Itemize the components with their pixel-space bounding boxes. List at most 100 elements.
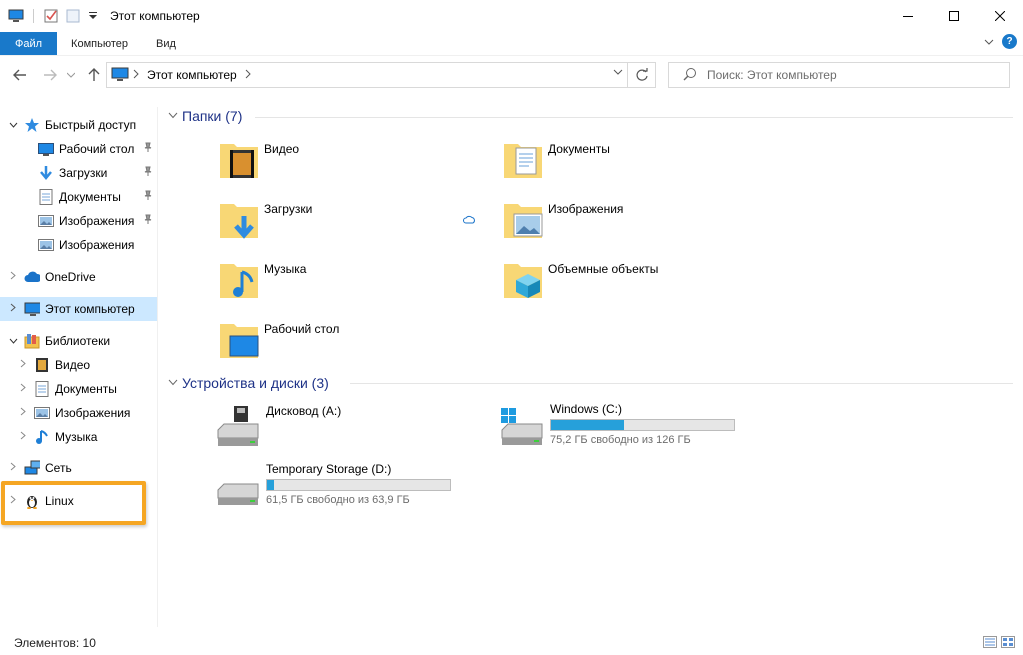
folder-label: Изображения [548,202,624,216]
chevron-right-icon[interactable] [16,359,30,371]
close-button[interactable] [977,0,1023,32]
search-input[interactable]: Поиск: Этот компьютер [668,62,1010,88]
pictures-folder-icon [504,204,543,238]
pin-icon[interactable] [143,214,153,227]
pin-icon[interactable] [143,190,153,203]
breadcrumb-separator-icon[interactable] [133,68,139,82]
folder-tile-pictures[interactable]: Изображения [502,198,623,246]
folder-tile-video[interactable]: Видео [218,138,299,186]
help-icon[interactable]: ? [1002,34,1017,49]
drive-free-space: 75,2 ГБ свободно из 126 ГБ [550,434,691,446]
navigation-pane: Быстрый доступ Рабочий стол Загрузки Док… [0,107,158,627]
chevron-right-icon[interactable] [6,462,20,474]
chevron-down-icon[interactable] [168,110,182,122]
pictures-icon [38,237,54,253]
tab-file[interactable]: Файл [0,32,58,55]
folder-tile-downloads[interactable]: Загрузки [218,198,312,246]
annotation-highlight-box [1,481,146,525]
sidebar-item-this-pc[interactable]: Этот компьютер [0,297,157,321]
breadcrumb-this-pc[interactable]: Этот компьютер [147,68,237,82]
sidebar-item-quick-access[interactable]: Быстрый доступ [0,113,157,137]
details-view-icon[interactable] [983,636,997,651]
pictures-icon [34,405,50,421]
folder-tile-music[interactable]: Музыка [218,258,306,306]
chevron-right-icon[interactable] [16,383,30,395]
computer-icon[interactable] [8,8,24,24]
tab-computer[interactable]: Компьютер [57,32,142,55]
sidebar-item-pictures-2[interactable]: Изображения [0,233,157,257]
back-button[interactable] [10,65,30,85]
chevron-down-icon[interactable] [6,336,20,347]
chevron-right-icon[interactable] [16,431,30,443]
sidebar-item-label: Документы [55,382,117,396]
maximize-button[interactable] [931,0,977,32]
minimize-button[interactable] [885,0,931,32]
documents-folder-icon [504,144,542,178]
folders-group-header[interactable]: Папки (7) [168,108,242,124]
drives-group-title: Устройства и диски (3) [182,375,329,391]
drive-tile-floppy[interactable]: Дисковод (A:) [214,404,341,450]
ribbon-tabs: Файл Компьютер Вид ? [0,32,1023,55]
expand-ribbon-icon[interactable] [984,35,994,49]
sidebar-item-onedrive[interactable]: OneDrive [0,265,157,289]
chevron-right-icon[interactable] [6,303,20,315]
folder-label: Видео [264,142,300,156]
large-icons-view-icon[interactable] [1001,636,1015,651]
sidebar-item-library-documents[interactable]: Документы [0,377,157,401]
sidebar-item-library-pictures[interactable]: Изображения [0,401,157,425]
sidebar-item-library-music[interactable]: Музыка [0,425,157,449]
breadcrumb-separator-icon[interactable] [245,68,251,82]
sidebar-item-network[interactable]: Сеть [0,456,157,480]
sidebar-item-pictures[interactable]: Изображения [0,209,157,233]
drive-tile-windows-c[interactable]: Windows (C:) 75,2 ГБ свободно из 126 ГБ [498,402,735,448]
folder-label: Загрузки [264,202,313,216]
drives-group-header[interactable]: Устройства и диски (3) [168,375,329,391]
refresh-button[interactable] [627,63,655,87]
toolbar-separator [33,9,34,23]
up-button[interactable] [84,65,104,85]
chevron-right-icon[interactable] [6,271,20,283]
recent-locations-button[interactable] [64,65,78,85]
sidebar-item-downloads[interactable]: Загрузки [0,161,157,185]
sidebar-item-label: Этот компьютер [45,302,135,316]
new-folder-icon[interactable] [65,8,81,24]
search-placeholder: Поиск: Этот компьютер [707,68,837,82]
navigation-row: Этот компьютер Поиск: Этот компьютер [0,55,1023,95]
library-icon [24,333,40,349]
sidebar-item-label: Быстрый доступ [45,118,137,132]
sidebar-item-libraries[interactable]: Библиотеки [0,329,157,353]
music-folder-icon [220,264,258,298]
properties-icon[interactable] [43,8,59,24]
window-controls [885,0,1023,32]
sidebar-item-desktop[interactable]: Рабочий стол [0,137,157,161]
tab-view[interactable]: Вид [142,32,190,55]
sidebar-item-label: Документы [59,190,121,204]
chevron-down-icon[interactable] [168,377,182,389]
drive-usage-bar [266,479,451,491]
address-dropdown-icon[interactable] [613,68,623,79]
drive-tile-temporary-d[interactable]: Temporary Storage (D:) 61,5 ГБ свободно … [214,462,451,508]
forward-button[interactable] [40,65,60,85]
customize-toolbar-icon[interactable] [87,8,103,24]
folder-tile-3d-objects[interactable]: Объемные объекты [502,258,658,306]
drive-usage-bar [550,419,735,431]
status-bar: Элементов: 10 [0,630,1023,655]
chevron-right-icon[interactable] [16,407,30,419]
download-icon [38,165,54,181]
drive-label: Temporary Storage (D:) [266,462,392,476]
desktop-folder-icon [220,324,259,358]
computer-icon [24,301,40,317]
pin-icon[interactable] [143,166,153,179]
folder-tile-desktop[interactable]: Рабочий стол [218,318,339,366]
address-bar[interactable]: Этот компьютер [106,62,656,88]
pin-icon[interactable] [143,142,153,155]
pictures-icon [38,213,54,229]
sidebar-item-label: Изображения [59,214,135,228]
downloads-folder-icon [220,204,258,239]
sidebar-item-library-video[interactable]: Видео [0,353,157,377]
folder-label: Рабочий стол [264,322,340,336]
windows-drive-icon [501,408,543,445]
sidebar-item-documents[interactable]: Документы [0,185,157,209]
chevron-down-icon[interactable] [6,120,20,131]
folder-tile-documents[interactable]: Документы [502,138,610,186]
